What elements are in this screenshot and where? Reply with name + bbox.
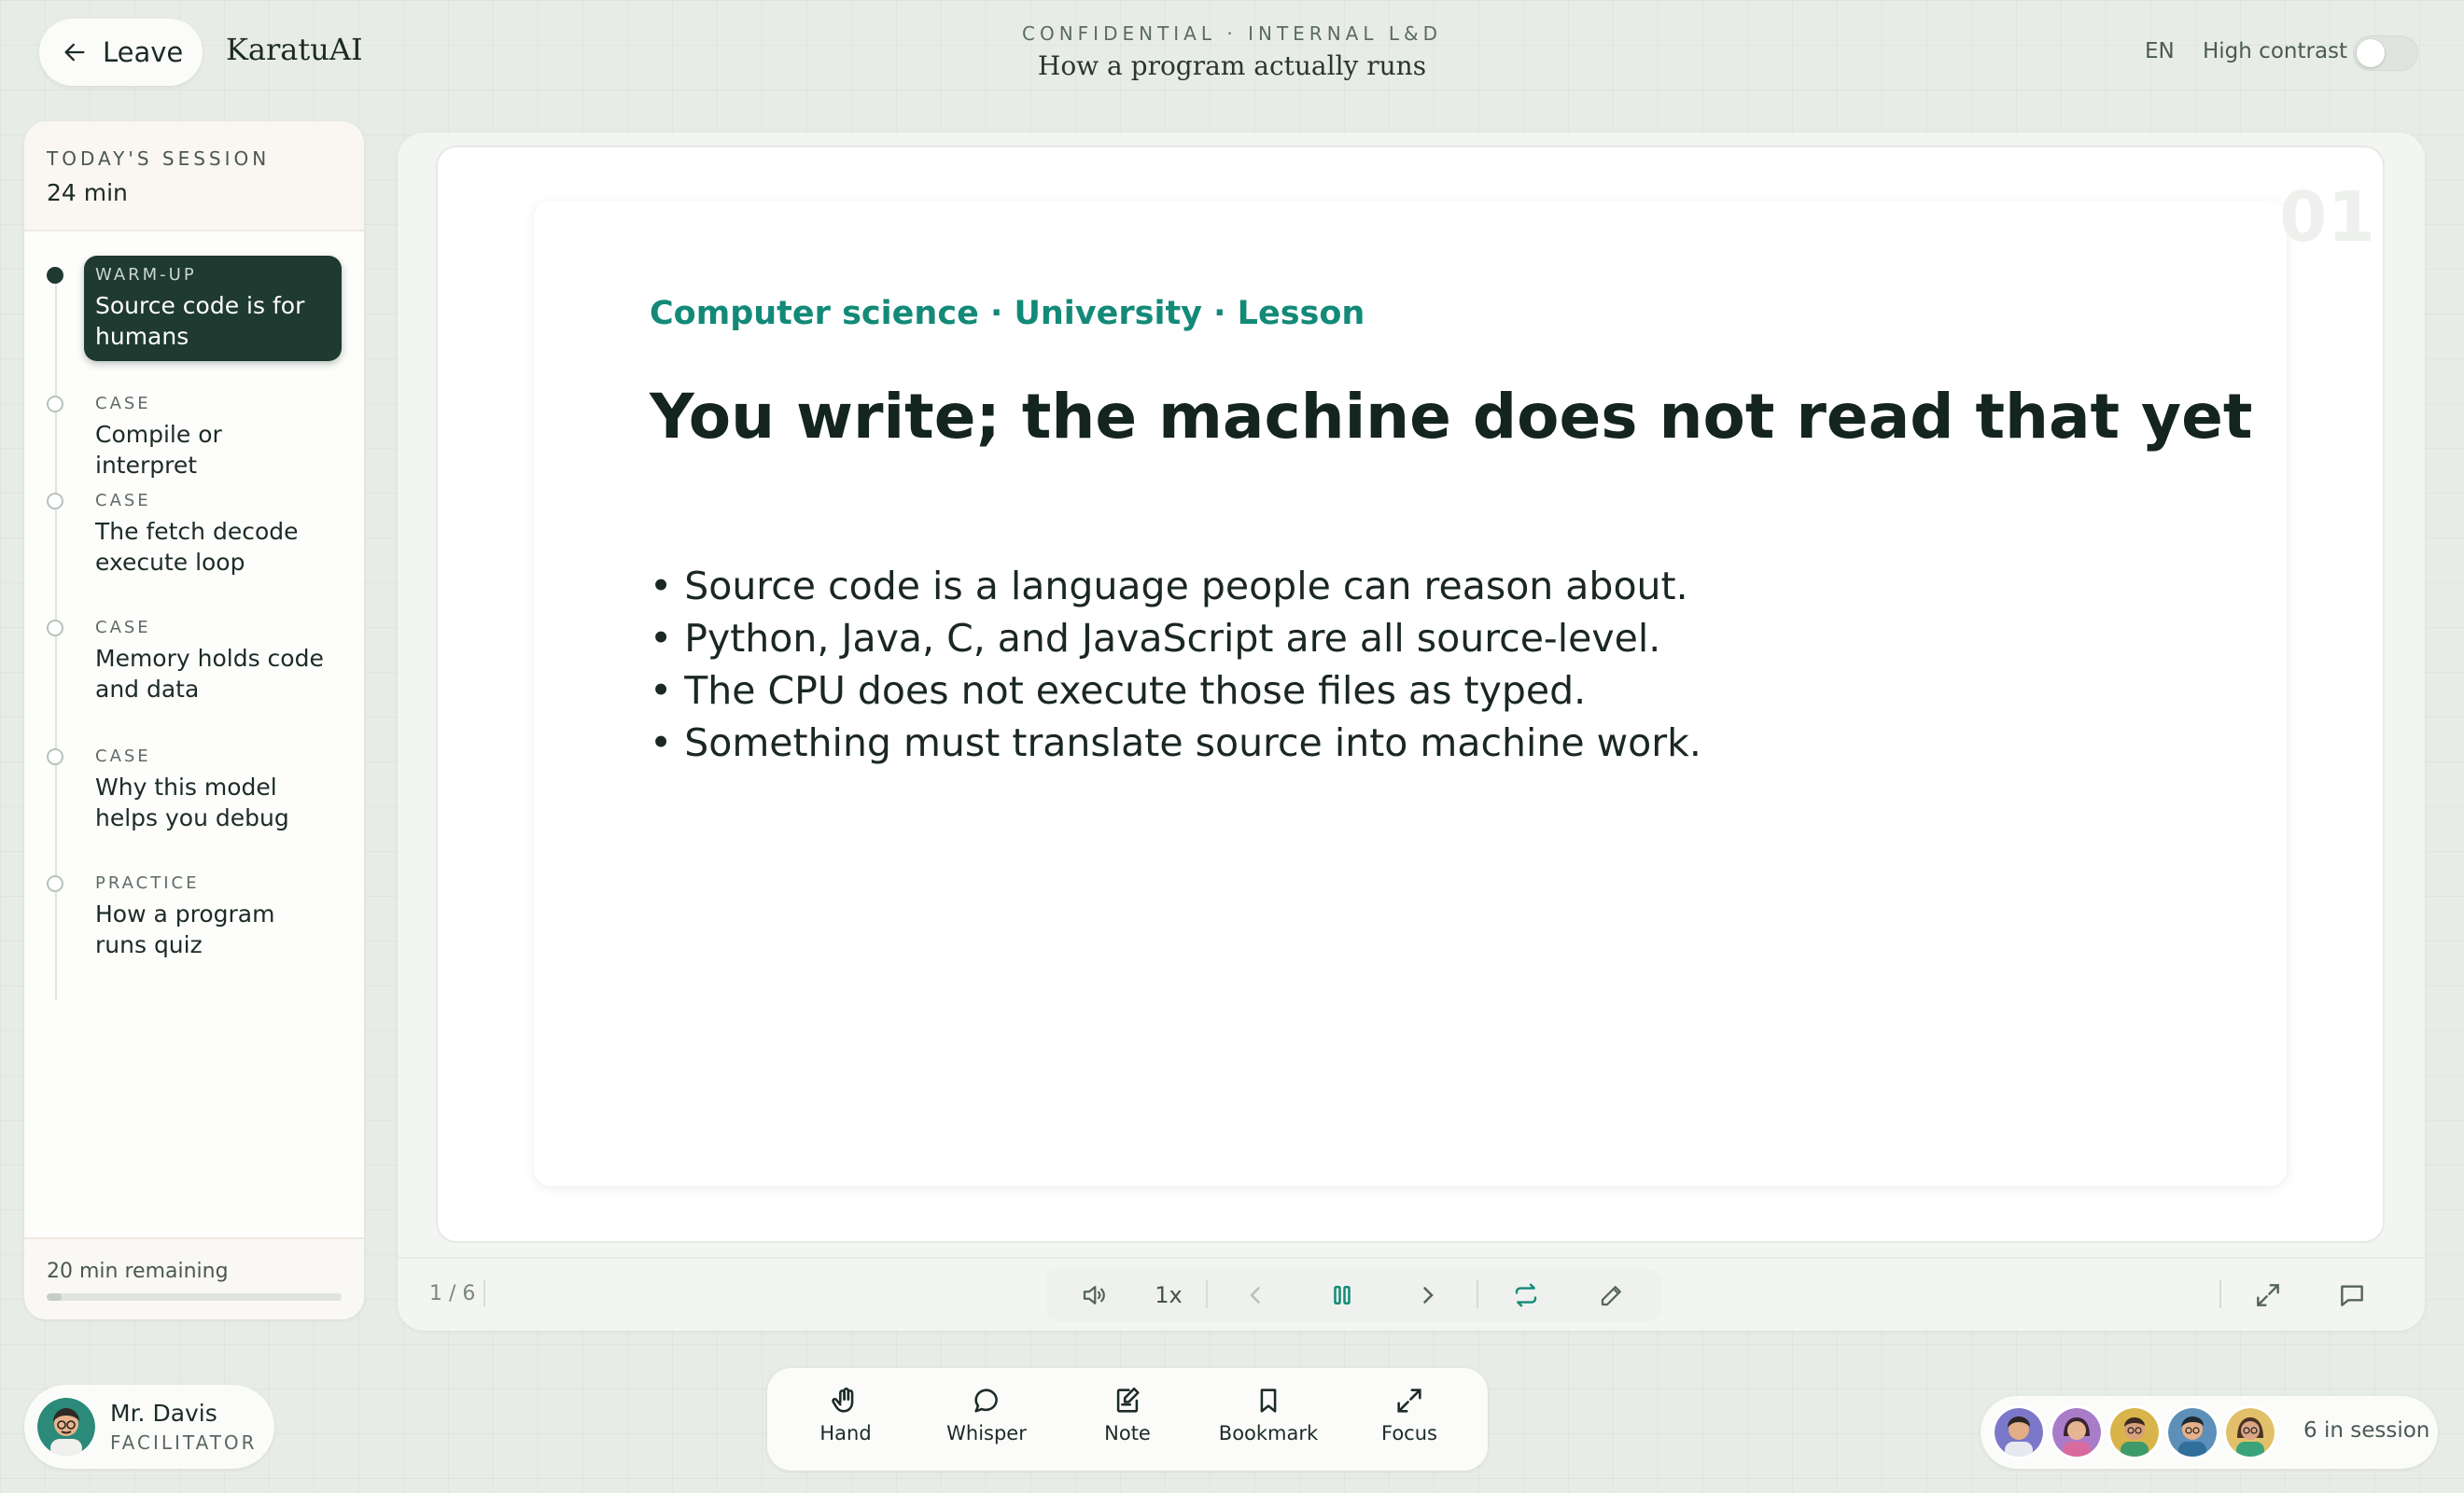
confidential-label: CONFIDENTIAL · INTERNAL L&D: [1022, 22, 1442, 45]
step-dot: [47, 493, 63, 509]
loop-icon: [1515, 1283, 1537, 1307]
participant-avatar: [2223, 1405, 2277, 1459]
pause-icon: [1334, 1286, 1351, 1305]
session-label: TODAY'S SESSION: [47, 147, 271, 170]
facilitator-name: Mr. Davis: [110, 1400, 217, 1427]
control-divider: [1477, 1280, 1478, 1308]
step-title: How a program runs quiz: [95, 900, 275, 958]
high-contrast-label: High contrast: [2203, 39, 2348, 63]
volume-icon: [1083, 1286, 1105, 1305]
focus-button[interactable]: Focus: [1353, 1385, 1465, 1459]
participant-avatar: [2050, 1405, 2104, 1459]
toggle-knob: [2357, 39, 2385, 67]
playbar-divider: [398, 1257, 2425, 1259]
remaining-progress-fill: [47, 1293, 62, 1301]
participant-avatar: [2107, 1405, 2162, 1459]
step-item-memory[interactable]: CASE Memory holds code and data: [84, 608, 342, 714]
bullet-item: • Something must translate source into m…: [650, 720, 1701, 765]
captions-button[interactable]: [2331, 1277, 2373, 1314]
participant-avatar: [1992, 1405, 2046, 1459]
session-duration: 24 min: [47, 179, 128, 206]
bullet-item: • Source code is a language people can r…: [650, 564, 1688, 608]
step-kind: CASE: [95, 491, 151, 510]
slide-pager: 1 / 6: [429, 1282, 476, 1305]
step-title: Memory holds code and data: [95, 645, 324, 703]
step-title: The fetch decode execute loop: [95, 518, 299, 576]
fullscreen-icon: [2257, 1284, 2279, 1306]
note-button[interactable]: Note: [1071, 1385, 1183, 1459]
step-kind: CASE: [95, 618, 151, 637]
high-contrast-toggle[interactable]: [2353, 35, 2418, 71]
step-dot: [47, 267, 63, 284]
facilitator-card: Mr. Davis FACILITATOR: [24, 1385, 274, 1469]
session-footer: 20 min remaining: [24, 1237, 364, 1319]
step-title: Why this model helps you debug: [95, 774, 289, 831]
session-header: TODAY'S SESSION 24 min: [24, 121, 364, 231]
action-label: Hand: [819, 1422, 872, 1444]
slide-title: You write; the machine does not read tha…: [650, 381, 2253, 453]
previous-button[interactable]: [1236, 1277, 1277, 1314]
action-label: Focus: [1381, 1422, 1437, 1444]
whisper-icon: [974, 1388, 998, 1413]
session-sidebar: TODAY'S SESSION 24 min WARM-UP Source co…: [24, 121, 364, 1319]
hand-icon: [832, 1388, 854, 1413]
time-remaining: 20 min remaining: [47, 1260, 229, 1283]
step-item-warm-up[interactable]: WARM-UP Source code is for humans: [84, 256, 342, 361]
facilitator-avatar: [37, 1398, 95, 1456]
remaining-progress-bar: [47, 1293, 342, 1301]
annotate-button[interactable]: [1591, 1277, 1632, 1314]
participants-pill[interactable]: 6 in session: [1981, 1396, 2438, 1469]
step-item-compile[interactable]: CASE Compile or interpret: [84, 384, 342, 490]
step-kind: PRACTICE: [95, 873, 200, 893]
bookmark-icon: [1260, 1388, 1277, 1413]
pager-separator: [483, 1280, 485, 1306]
step-kind: CASE: [95, 394, 151, 413]
step-dot: [47, 748, 63, 765]
step-dot: [47, 620, 63, 636]
facilitator-role: FACILITATOR: [110, 1431, 258, 1454]
action-label: Note: [1104, 1422, 1151, 1444]
bullet-item: • The CPU does not execute those files a…: [650, 668, 1587, 713]
action-label: Bookmark: [1218, 1422, 1319, 1444]
next-button[interactable]: [1407, 1277, 1448, 1314]
slide-breadcrumb: Computer science · University · Lesson: [650, 295, 1365, 332]
volume-button[interactable]: [1073, 1277, 1114, 1314]
step-item-debug[interactable]: CASE Why this model helps you debug: [84, 737, 342, 843]
participant-count: 6 in session: [2303, 1418, 2430, 1443]
speed-button[interactable]: 1x: [1148, 1277, 1189, 1314]
slide-number: 01: [2279, 177, 2375, 258]
step-dot: [47, 396, 63, 412]
action-bar: Hand Whisper Note Bookmark Focus: [767, 1368, 1488, 1471]
bookmark-button[interactable]: Bookmark: [1212, 1385, 1324, 1459]
prev-icon: [1250, 1287, 1260, 1304]
fullscreen-button[interactable]: [2247, 1277, 2289, 1314]
participant-avatar: [2165, 1405, 2219, 1459]
hand-button[interactable]: Hand: [790, 1385, 902, 1459]
control-divider: [1206, 1280, 1208, 1308]
step-item-quiz[interactable]: PRACTICE How a program runs quiz: [84, 864, 342, 970]
step-kind: WARM-UP: [95, 265, 197, 285]
slide-bullets: • Source code is a language people can r…: [650, 560, 1701, 769]
timeline-line: [55, 282, 57, 1000]
step-dot: [47, 875, 63, 892]
step-title: Compile or interpret: [95, 421, 222, 479]
next-icon: [1423, 1287, 1434, 1304]
control-divider: [2219, 1280, 2221, 1308]
document-title: How a program actually runs: [1037, 50, 1427, 81]
action-label: Whisper: [946, 1422, 1027, 1444]
captions-icon: [2341, 1285, 2363, 1306]
language-selector[interactable]: EN: [2145, 39, 2175, 63]
step-item-fetch-decode[interactable]: CASE The fetch decode execute loop: [84, 481, 342, 587]
step-kind: CASE: [95, 746, 151, 766]
whisper-button[interactable]: Whisper: [931, 1385, 1043, 1459]
pause-button[interactable]: [1322, 1277, 1363, 1314]
step-title: Source code is for humans: [95, 292, 305, 350]
bullet-item: • Python, Java, C, and JavaScript are al…: [650, 616, 1661, 661]
pen-icon: [1601, 1286, 1621, 1306]
loop-button[interactable]: [1505, 1277, 1547, 1314]
note-icon: [1116, 1387, 1140, 1413]
focus-icon: [1397, 1388, 1421, 1413]
